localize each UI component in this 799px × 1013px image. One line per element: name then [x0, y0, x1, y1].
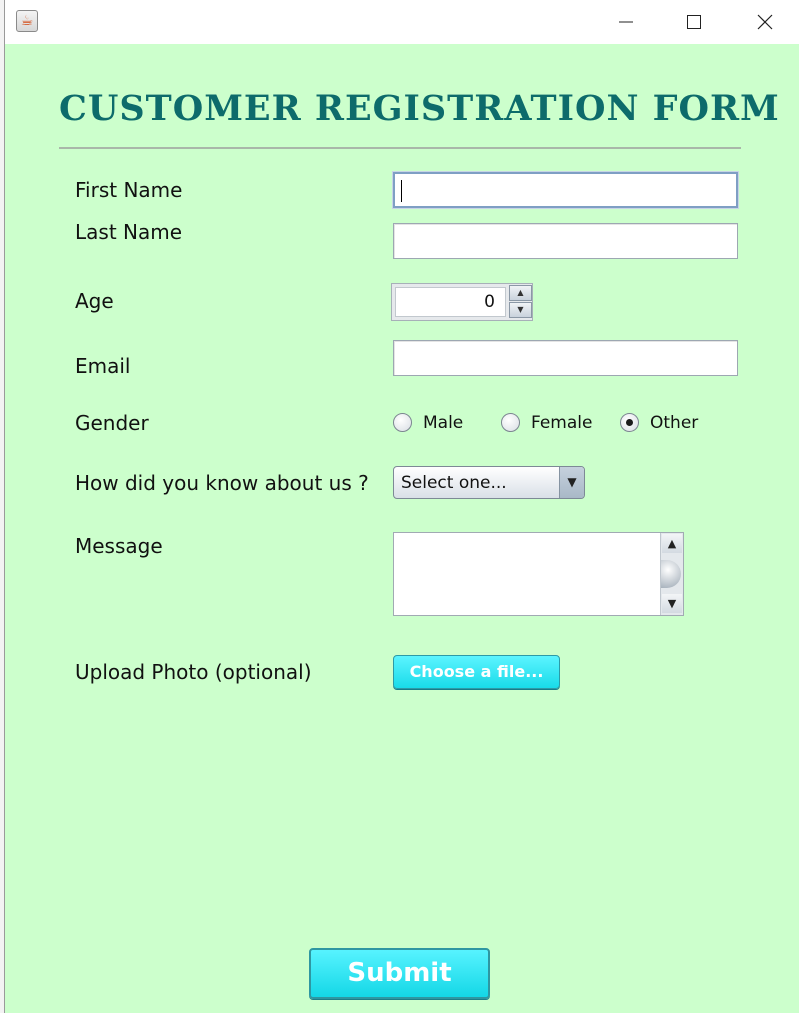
title-divider — [59, 147, 741, 149]
source-selected-value: Select one... — [401, 473, 507, 493]
last-name-input[interactable] — [393, 223, 738, 259]
message-textarea[interactable]: ▲ ▼ — [393, 532, 684, 616]
photo-label: Upload Photo (optional) — [75, 660, 312, 684]
close-icon — [757, 14, 773, 30]
last-name-label: Last Name — [75, 220, 183, 244]
radio-checked-icon[interactable] — [620, 413, 639, 432]
spinner-down-icon[interactable]: ▼ — [509, 302, 532, 318]
spinner-up-icon[interactable]: ▲ — [509, 285, 532, 301]
maximize-button[interactable] — [671, 0, 717, 44]
email-input[interactable] — [393, 340, 738, 376]
minimize-icon — [619, 21, 633, 23]
source-dropdown[interactable]: Select one... ▼ — [393, 466, 585, 499]
gender-label: Gender — [75, 411, 149, 435]
title-bar[interactable]: ☕ — [5, 0, 799, 44]
gender-male-label: Male — [423, 413, 464, 433]
age-spinner[interactable]: 0 ▲ ▼ — [391, 283, 533, 321]
gender-female-label: Female — [531, 413, 593, 433]
scroll-down-icon[interactable]: ▼ — [662, 594, 682, 613]
first-name-input[interactable] — [393, 172, 738, 208]
scroll-up-icon[interactable]: ▲ — [662, 534, 682, 553]
text-caret — [401, 180, 402, 202]
java-cup-icon: ☕ — [16, 10, 38, 32]
radio-unchecked-icon[interactable] — [501, 413, 520, 432]
submit-button[interactable]: Submit — [309, 948, 490, 999]
close-button[interactable] — [742, 0, 788, 44]
email-label: Email — [75, 354, 131, 378]
dropdown-arrow-icon[interactable]: ▼ — [559, 467, 584, 498]
message-label: Message — [75, 534, 163, 558]
minimize-button[interactable] — [603, 0, 649, 44]
message-scrollbar[interactable]: ▲ ▼ — [660, 533, 683, 615]
first-name-label: First Name — [75, 178, 183, 202]
maximize-icon — [687, 15, 701, 29]
radio-unchecked-icon[interactable] — [393, 413, 412, 432]
choose-file-button[interactable]: Choose a file... — [393, 655, 560, 689]
gender-other-label: Other — [650, 413, 699, 433]
age-label: Age — [75, 289, 114, 313]
source-label: How did you know about us ? — [75, 471, 369, 495]
age-value[interactable]: 0 — [395, 287, 506, 317]
registration-window: ☕ CUSTOMER REGISTRATION FORM First Name … — [4, 0, 799, 1013]
scroll-thumb[interactable] — [661, 560, 681, 588]
form-title: CUSTOMER REGISTRATION FORM — [59, 88, 780, 129]
